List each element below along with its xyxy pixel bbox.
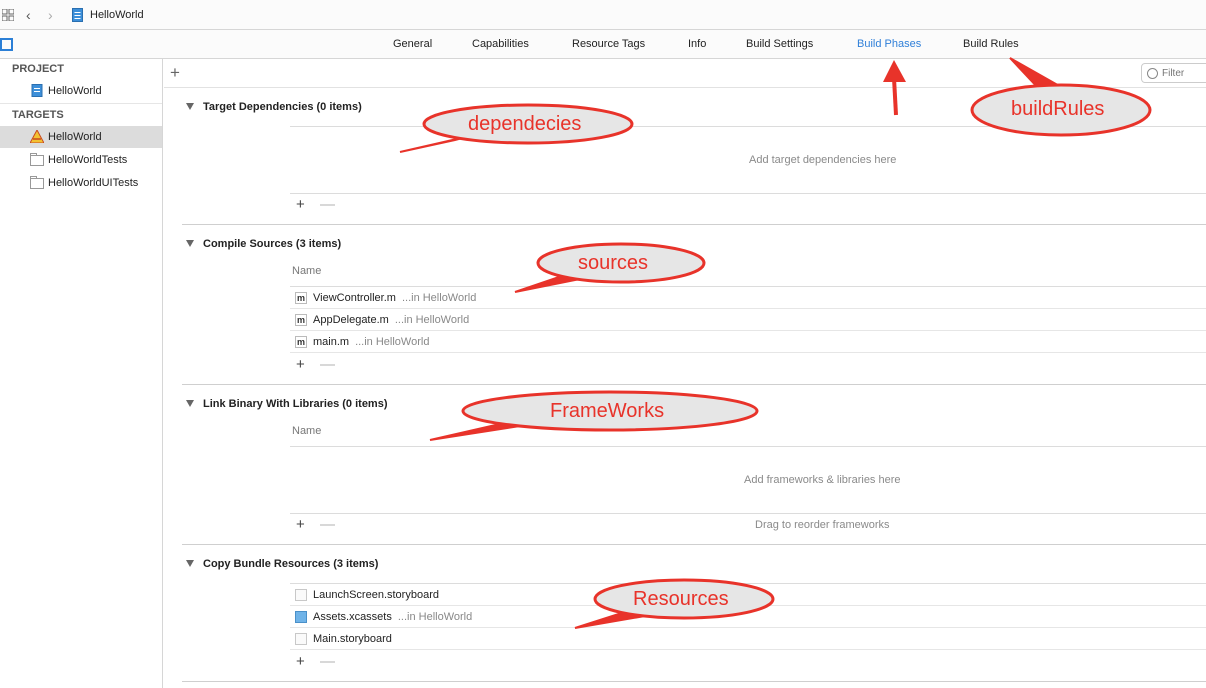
file-row[interactable]: LaunchScreen.storyboard — [290, 584, 1206, 606]
filter-input[interactable] — [1162, 66, 1206, 80]
phase-title-link-binary[interactable]: Link Binary With Libraries (0 items) — [203, 398, 388, 410]
file-row[interactable]: Main.storyboard — [290, 628, 1206, 650]
tab-capabilities[interactable]: Capabilities — [472, 38, 529, 50]
project-file-icon — [31, 84, 43, 97]
file-location: ...in HelloWorld — [401, 292, 477, 304]
dependencies-placeholder: Add target dependencies here — [749, 154, 897, 166]
tab-build-rules[interactable]: Build Rules — [963, 38, 1019, 50]
disclosure-triangle-icon[interactable] — [186, 400, 194, 407]
column-header-name[interactable]: Name — [292, 265, 321, 277]
tab-build-phases[interactable]: Build Phases — [857, 38, 921, 50]
dependencies-add-remove: + — — [296, 196, 335, 213]
phase-separator — [182, 384, 1206, 385]
phase-title-dependencies[interactable]: Target Dependencies (0 items) — [203, 101, 362, 113]
column-header-name[interactable]: Name — [292, 425, 321, 437]
remove-dependency-button[interactable]: — — [320, 196, 335, 213]
project-file-icon — [72, 8, 83, 22]
file-name: main.m — [313, 336, 350, 348]
objc-source-file-icon: m — [295, 292, 307, 304]
project-section-header: PROJECT — [12, 63, 64, 75]
annotation-text-build-rules: buildRules — [1011, 98, 1105, 120]
disclosure-triangle-icon[interactable] — [186, 103, 194, 110]
file-name: AppDelegate.m — [313, 314, 389, 326]
sidebar-item-label: HelloWorldUITests — [48, 177, 139, 189]
divider — [290, 513, 1206, 514]
disclosure-triangle-icon[interactable] — [186, 240, 194, 247]
tab-general[interactable]: General — [393, 38, 432, 50]
phase-separator — [182, 224, 1206, 225]
sidebar-item-target-helloworld[interactable]: HelloWorld — [0, 126, 162, 148]
add-dependency-button[interactable]: + — [296, 196, 305, 213]
app-target-icon — [30, 130, 44, 143]
forward-chevron-icon[interactable]: › — [48, 7, 53, 23]
file-name: ViewController.m — [313, 292, 396, 304]
disclosure-triangle-icon[interactable] — [186, 560, 194, 567]
project-targets-sidebar: PROJECT HelloWorld TARGETS HelloWorld He… — [0, 59, 163, 688]
breadcrumb-project-name[interactable]: HelloWorld — [90, 9, 144, 21]
copy-add-remove: + — — [296, 653, 335, 670]
annotation-text-dependencies: dependecies — [468, 113, 582, 135]
sidebar-divider — [0, 103, 162, 104]
objc-source-file-icon: m — [295, 314, 307, 326]
sidebar-item-label: HelloWorld — [48, 85, 102, 97]
file-row[interactable]: m main.m ...in HelloWorld — [290, 331, 1206, 353]
phase-title-copy-bundle-resources[interactable]: Copy Bundle Resources (3 items) — [203, 558, 378, 570]
file-row[interactable]: Assets.xcassets ...in HelloWorld — [290, 606, 1206, 628]
file-name: Main.storyboard — [313, 633, 392, 645]
sidebar-item-project[interactable]: HelloWorld — [0, 80, 162, 102]
phase-separator — [182, 681, 1206, 682]
asset-catalog-folder-icon — [295, 611, 307, 623]
remove-framework-button[interactable]: — — [320, 516, 335, 533]
annotation-text-resources: Resources — [633, 588, 729, 610]
filter-icon — [1147, 68, 1158, 79]
frameworks-placeholder: Add frameworks & libraries here — [744, 474, 901, 486]
divider — [290, 126, 1206, 127]
annotation-text-frameworks: FrameWorks — [550, 400, 665, 422]
file-name: LaunchScreen.storyboard — [313, 589, 439, 601]
build-phases-toolbar: + — [164, 59, 1206, 88]
file-location: ...in HelloWorld — [397, 611, 473, 623]
tab-resource-tags[interactable]: Resource Tags — [572, 38, 645, 50]
tab-build-settings[interactable]: Build Settings — [746, 38, 813, 50]
add-framework-button[interactable]: + — [296, 516, 305, 533]
sidebar-item-label: HelloWorld — [48, 131, 102, 143]
back-chevron-icon[interactable]: ‹ — [26, 7, 31, 23]
file-location: ...in HelloWorld — [355, 336, 430, 348]
objc-source-file-icon: m — [295, 336, 307, 348]
targets-section-header: TARGETS — [12, 109, 64, 121]
remove-source-button[interactable]: — — [320, 356, 335, 373]
file-row[interactable]: m ViewController.m ...in HelloWorld — [290, 287, 1206, 309]
add-resource-button[interactable]: + — [296, 653, 305, 670]
reorder-hint: Drag to reorder frameworks — [755, 519, 890, 531]
editor-tab-bar: General Capabilities Resource Tags Info … — [0, 30, 1206, 59]
related-items-grid-icon[interactable] — [2, 9, 14, 21]
file-name: Assets.xcassets — [313, 611, 392, 623]
remove-resource-button[interactable]: — — [320, 653, 335, 670]
top-navigation-bar: ‹ › HelloWorld — [0, 0, 1206, 30]
storyboard-file-icon — [295, 589, 307, 601]
storyboard-file-icon — [295, 633, 307, 645]
add-build-phase-button[interactable]: + — [170, 63, 180, 83]
link-add-remove: + — — [296, 516, 335, 533]
compile-add-remove: + — — [296, 356, 335, 373]
sidebar-item-label: HelloWorldTests — [48, 154, 128, 166]
filter-field[interactable] — [1141, 63, 1206, 83]
add-source-button[interactable]: + — [296, 356, 305, 373]
file-location: ...in HelloWorld — [394, 314, 470, 326]
sidebar-toggle-icon[interactable] — [0, 38, 13, 51]
file-row[interactable]: m AppDelegate.m ...in HelloWorld — [290, 309, 1206, 331]
test-bundle-folder-icon — [30, 176, 44, 189]
sidebar-item-target-tests[interactable]: HelloWorldTests — [0, 149, 162, 171]
test-bundle-folder-icon — [30, 153, 44, 166]
sidebar-item-target-uitests[interactable]: HelloWorldUITests — [0, 172, 162, 194]
tab-info[interactable]: Info — [688, 38, 706, 50]
annotation-text-sources: sources — [578, 252, 649, 274]
phase-separator — [182, 544, 1206, 545]
divider — [290, 446, 1206, 447]
phase-title-compile-sources[interactable]: Compile Sources (3 items) — [203, 238, 341, 250]
divider — [290, 193, 1206, 194]
